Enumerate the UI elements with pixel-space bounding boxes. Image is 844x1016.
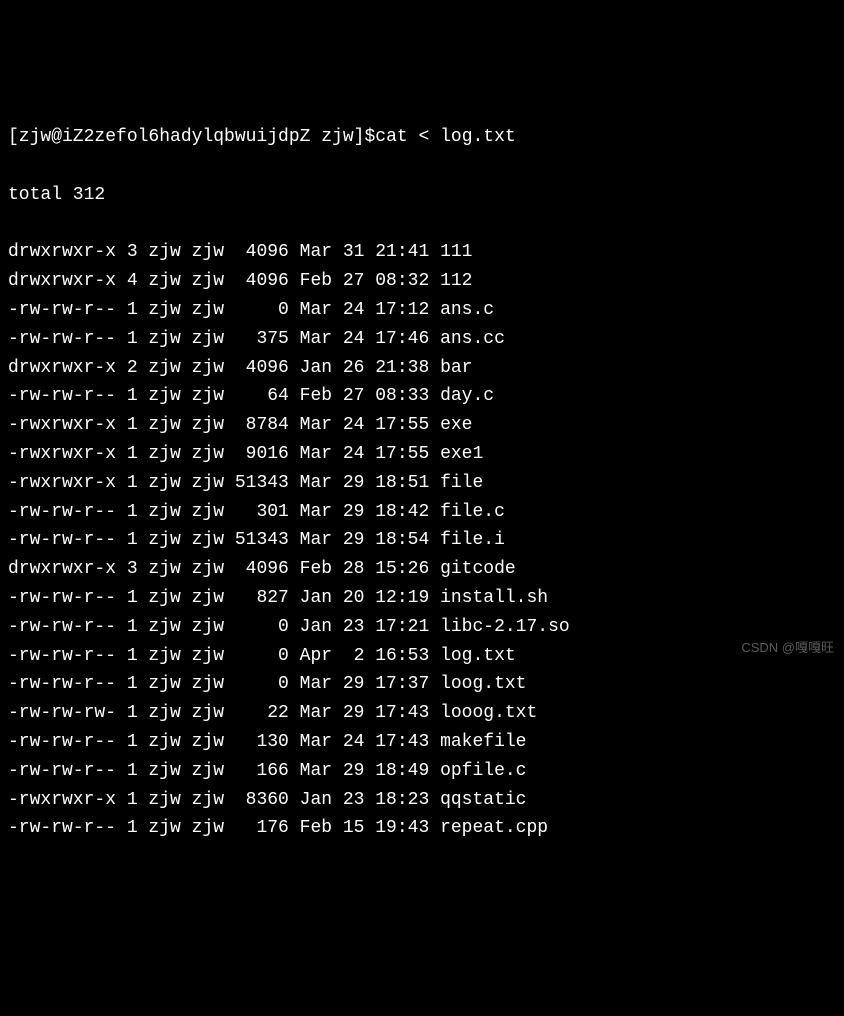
file-row: drwxrwxr-x 2 zjw zjw 4096 Jan 26 21:38 b… — [8, 354, 836, 383]
prompt-symbol: $ — [364, 127, 375, 147]
file-row: -rw-rw-r-- 1 zjw zjw 130 Mar 24 17:43 ma… — [8, 728, 836, 757]
watermark: CSDN @嘎嘎旺 — [741, 638, 834, 659]
file-row: -rw-rw-r-- 1 zjw zjw 0 Mar 24 17:12 ans.… — [8, 296, 836, 325]
file-row: -rwxrwxr-x 1 zjw zjw 8360 Jan 23 18:23 q… — [8, 786, 836, 815]
prompt-userhost: [zjw@iZ2zefol6hadylqbwuijdpZ zjw] — [8, 127, 364, 147]
file-row: -rw-rw-r-- 1 zjw zjw 301 Mar 29 18:42 fi… — [8, 498, 836, 527]
file-row: -rw-rw-r-- 1 zjw zjw 176 Feb 15 19:43 re… — [8, 814, 836, 843]
file-row: -rw-rw-r-- 1 zjw zjw 64 Feb 27 08:33 day… — [8, 382, 836, 411]
file-row: drwxrwxr-x 3 zjw zjw 4096 Mar 31 21:41 1… — [8, 238, 836, 267]
total-line: total 312 — [8, 181, 836, 210]
file-row: -rw-rw-r-- 1 zjw zjw 51343 Mar 29 18:54 … — [8, 526, 836, 555]
file-row: -rw-rw-r-- 1 zjw zjw 0 Jan 23 17:21 libc… — [8, 613, 836, 642]
file-row: -rwxrwxr-x 1 zjw zjw 9016 Mar 24 17:55 e… — [8, 440, 836, 469]
file-row: -rw-rw-r-- 1 zjw zjw 166 Mar 29 18:49 op… — [8, 757, 836, 786]
file-row: -rwxrwxr-x 1 zjw zjw 51343 Mar 29 18:51 … — [8, 469, 836, 498]
file-row: drwxrwxr-x 3 zjw zjw 4096 Feb 28 15:26 g… — [8, 555, 836, 584]
file-listing: drwxrwxr-x 3 zjw zjw 4096 Mar 31 21:41 1… — [8, 238, 836, 843]
file-row: -rw-rw-r-- 1 zjw zjw 0 Mar 29 17:37 loog… — [8, 670, 836, 699]
file-row: -rw-rw-r-- 1 zjw zjw 827 Jan 20 12:19 in… — [8, 584, 836, 613]
file-row: -rw-rw-rw- 1 zjw zjw 22 Mar 29 17:43 loo… — [8, 699, 836, 728]
file-row: -rwxrwxr-x 1 zjw zjw 8784 Mar 24 17:55 e… — [8, 411, 836, 440]
shell-prompt-line: [zjw@iZ2zefol6hadylqbwuijdpZ zjw]$cat < … — [8, 123, 836, 152]
prompt-command[interactable]: cat < log.txt — [375, 127, 515, 147]
file-row: -rw-rw-r-- 1 zjw zjw 375 Mar 24 17:46 an… — [8, 325, 836, 354]
file-row: drwxrwxr-x 4 zjw zjw 4096 Feb 27 08:32 1… — [8, 267, 836, 296]
file-row: -rw-rw-r-- 1 zjw zjw 0 Apr 2 16:53 log.t… — [8, 642, 836, 671]
